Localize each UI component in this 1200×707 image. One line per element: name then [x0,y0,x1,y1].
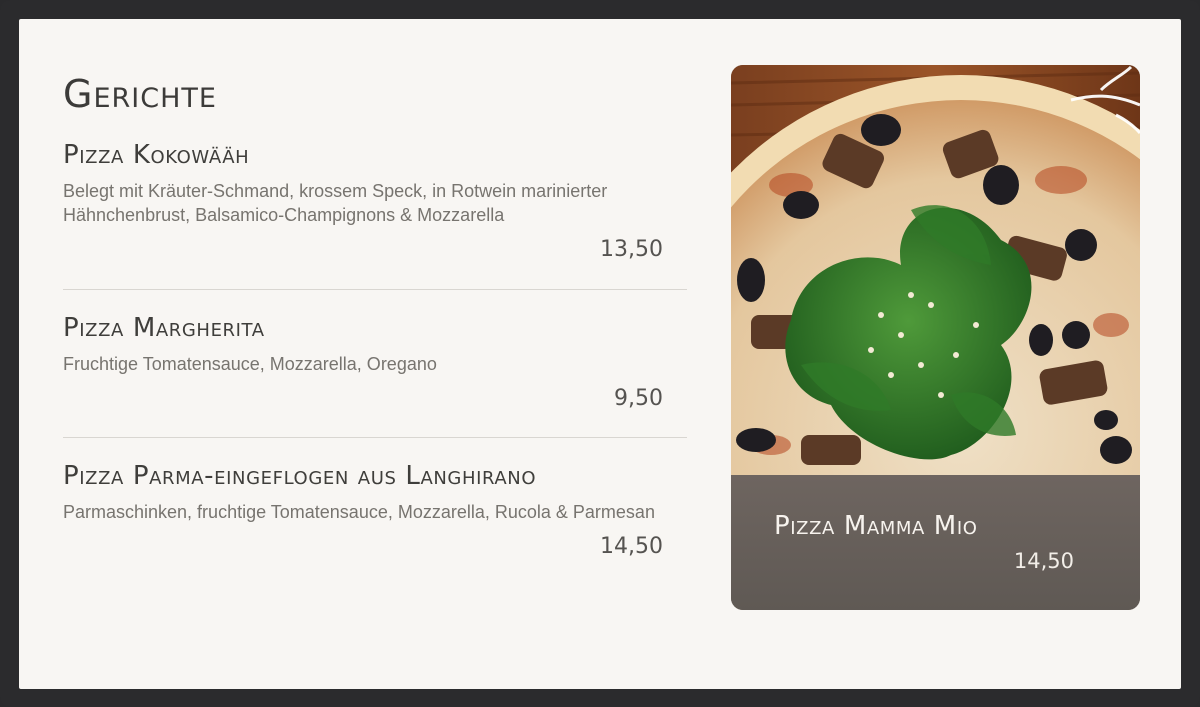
item-name: Pizza Parma-eingeflogen aus Langhirano [63,461,537,491]
item-name: Pizza Margherita [63,313,265,343]
featured-dish-card: Pizza Mamma Mio 14,50 [731,65,1140,610]
pizza-photo [731,65,1140,475]
item-price: 9,50 [614,386,663,411]
item-name: Pizza Kokowääh [63,140,250,170]
item-description: Fruchtige Tomatensauce, Mozzarella, Oreg… [63,354,437,374]
menu-board: Gerichte Pizza Kokowääh Belegt mit Kräut… [19,19,1181,689]
menu-item: Pizza Parma-eingeflogen aus Langhirano P… [63,438,687,562]
feature-price: 14,50 [1013,549,1074,573]
feature-caption: Pizza Mamma Mio 14,50 [731,475,1140,610]
feature-name: Pizza Mamma Mio [774,511,978,541]
item-price: 13,50 [600,237,663,262]
section-title: Gerichte [63,72,217,116]
display-bezel: Gerichte Pizza Kokowääh Belegt mit Kräut… [0,0,1200,707]
item-price: 14,50 [600,534,663,559]
menu-list: Gerichte Pizza Kokowääh Belegt mit Kräut… [63,69,687,562]
item-description: Parmaschinken, fruchtige Tomatensauce, M… [63,502,655,522]
menu-item: Pizza Margherita Fruchtige Tomatensauce,… [63,290,687,438]
item-description: Belegt mit Kräuter-Schmand, krossem Spec… [63,181,608,225]
menu-item: Pizza Kokowääh Belegt mit Kräuter-Schman… [63,139,687,290]
